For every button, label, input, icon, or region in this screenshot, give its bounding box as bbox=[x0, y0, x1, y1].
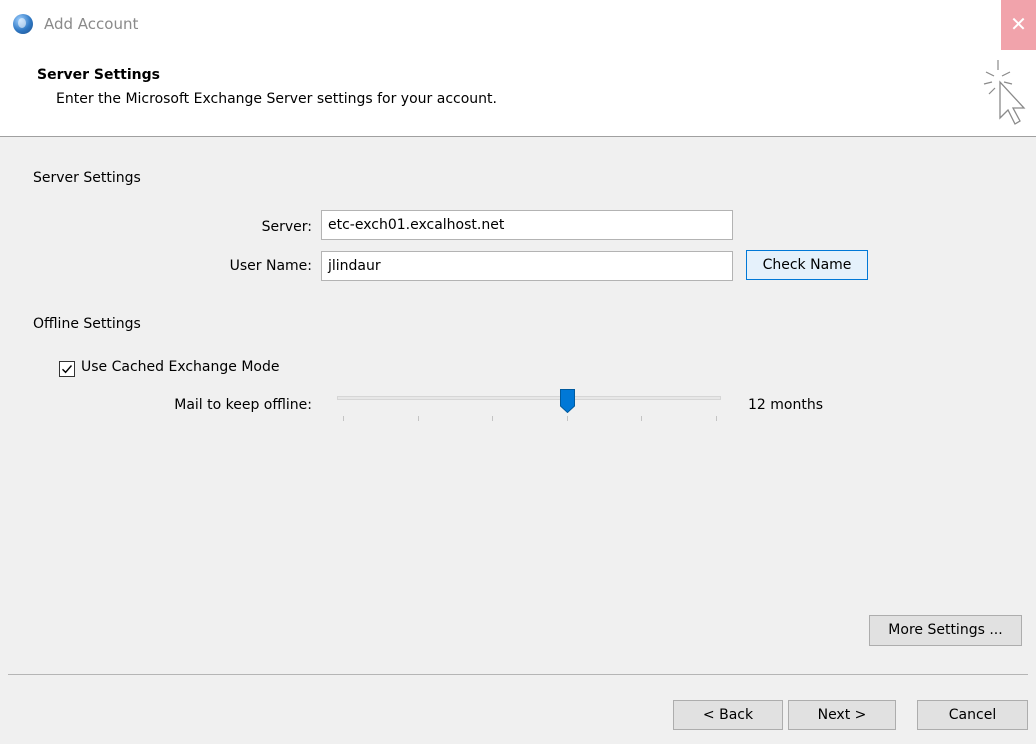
username-input[interactable]: jlindaur bbox=[321, 251, 733, 281]
server-label: Server: bbox=[261, 219, 312, 235]
window-title: Add Account bbox=[44, 15, 139, 33]
mail-offline-slider-thumb[interactable] bbox=[560, 389, 575, 413]
more-settings-button[interactable]: More Settings ... bbox=[869, 615, 1022, 646]
slider-tick bbox=[343, 416, 344, 421]
mail-offline-label: Mail to keep offline: bbox=[174, 397, 312, 413]
close-button[interactable]: ✕ bbox=[1001, 0, 1036, 50]
outlook-app-icon bbox=[13, 14, 33, 34]
slider-tick bbox=[492, 416, 493, 421]
mail-offline-slider-track[interactable] bbox=[337, 396, 721, 400]
cancel-button[interactable]: Cancel bbox=[917, 700, 1028, 730]
checkmark-icon bbox=[62, 365, 73, 374]
server-settings-heading: Server Settings bbox=[33, 170, 141, 186]
page-description: Enter the Microsoft Exchange Server sett… bbox=[56, 91, 497, 107]
slider-tick bbox=[641, 416, 642, 421]
mail-offline-value: 12 months bbox=[748, 397, 823, 413]
offline-settings-heading: Offline Settings bbox=[33, 316, 141, 332]
wizard-cursor-icon bbox=[983, 60, 1026, 125]
header-divider bbox=[0, 136, 1036, 137]
footer-divider bbox=[8, 674, 1028, 675]
back-button[interactable]: < Back bbox=[673, 700, 783, 730]
page-title: Server Settings bbox=[37, 67, 160, 83]
slider-tick bbox=[716, 416, 717, 421]
wizard-header: Server Settings Enter the Microsoft Exch… bbox=[0, 50, 1036, 136]
title-bar: Add Account ✕ bbox=[0, 0, 1036, 50]
next-button[interactable]: Next > bbox=[788, 700, 896, 730]
username-label: User Name: bbox=[229, 258, 312, 274]
slider-tick bbox=[418, 416, 419, 421]
cached-mode-checkbox[interactable] bbox=[59, 361, 75, 377]
cached-mode-label[interactable]: Use Cached Exchange Mode bbox=[81, 359, 279, 375]
slider-tick bbox=[567, 416, 568, 421]
server-input[interactable]: etc-exch01.excalhost.net bbox=[321, 210, 733, 240]
check-name-button[interactable]: Check Name bbox=[746, 250, 868, 280]
